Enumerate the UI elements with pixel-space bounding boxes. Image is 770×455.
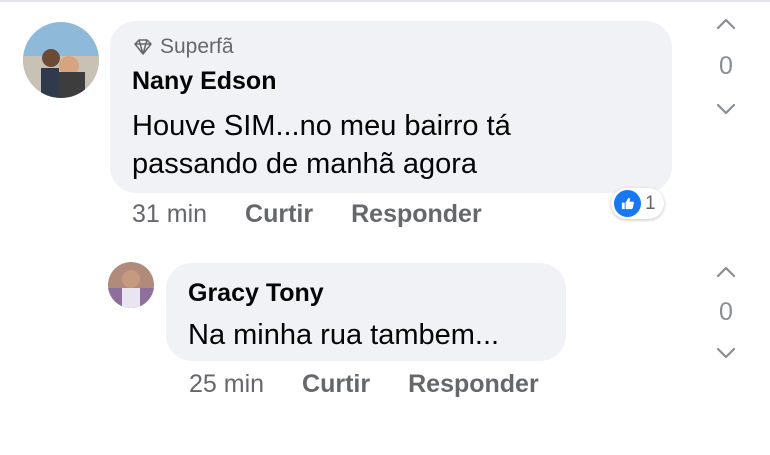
- chevron-down-icon[interactable]: [714, 345, 738, 361]
- comment-bubble: Gracy Tony Na minha rua tambem...: [166, 263, 566, 361]
- avatar[interactable]: [23, 22, 99, 98]
- comment-text-line-1: Houve SIM...no meu bairro tá: [132, 110, 511, 142]
- vote-widget: 0: [706, 16, 746, 117]
- like-button[interactable]: Curtir: [302, 370, 370, 399]
- timestamp[interactable]: 31 min: [132, 200, 207, 229]
- chevron-up-icon[interactable]: [714, 264, 738, 280]
- vote-count: 0: [719, 52, 733, 80]
- divider: [0, 0, 770, 2]
- comment-text-line-1: Na minha rua tambem...: [188, 319, 500, 351]
- reply-button[interactable]: Responder: [408, 370, 539, 399]
- vote-widget: 0: [706, 264, 746, 361]
- superfan-badge[interactable]: Superfã: [134, 35, 234, 59]
- author-name[interactable]: Gracy Tony: [188, 279, 324, 308]
- chevron-down-icon[interactable]: [714, 101, 738, 117]
- like-thumb-icon: [614, 190, 641, 217]
- comment-text-line-2: passando de manhã agora: [132, 148, 478, 180]
- comment-bubble: Superfã Nany Edson Houve SIM...no meu ba…: [110, 21, 672, 193]
- timestamp[interactable]: 25 min: [189, 370, 264, 399]
- reaction-count: 1: [645, 192, 656, 214]
- author-name[interactable]: Nany Edson: [132, 67, 276, 96]
- diamond-icon: [134, 39, 152, 55]
- reaction-summary[interactable]: 1: [611, 188, 664, 219]
- reply-button[interactable]: Responder: [351, 200, 482, 229]
- comment-actions: 25 min Curtir Responder: [189, 370, 577, 399]
- vote-count: 0: [719, 298, 733, 326]
- avatar[interactable]: [108, 262, 154, 308]
- chevron-up-icon[interactable]: [714, 16, 738, 32]
- like-button[interactable]: Curtir: [245, 200, 313, 229]
- comment-actions: 31 min Curtir Responder: [132, 200, 520, 229]
- badge-label: Superfã: [160, 35, 234, 58]
